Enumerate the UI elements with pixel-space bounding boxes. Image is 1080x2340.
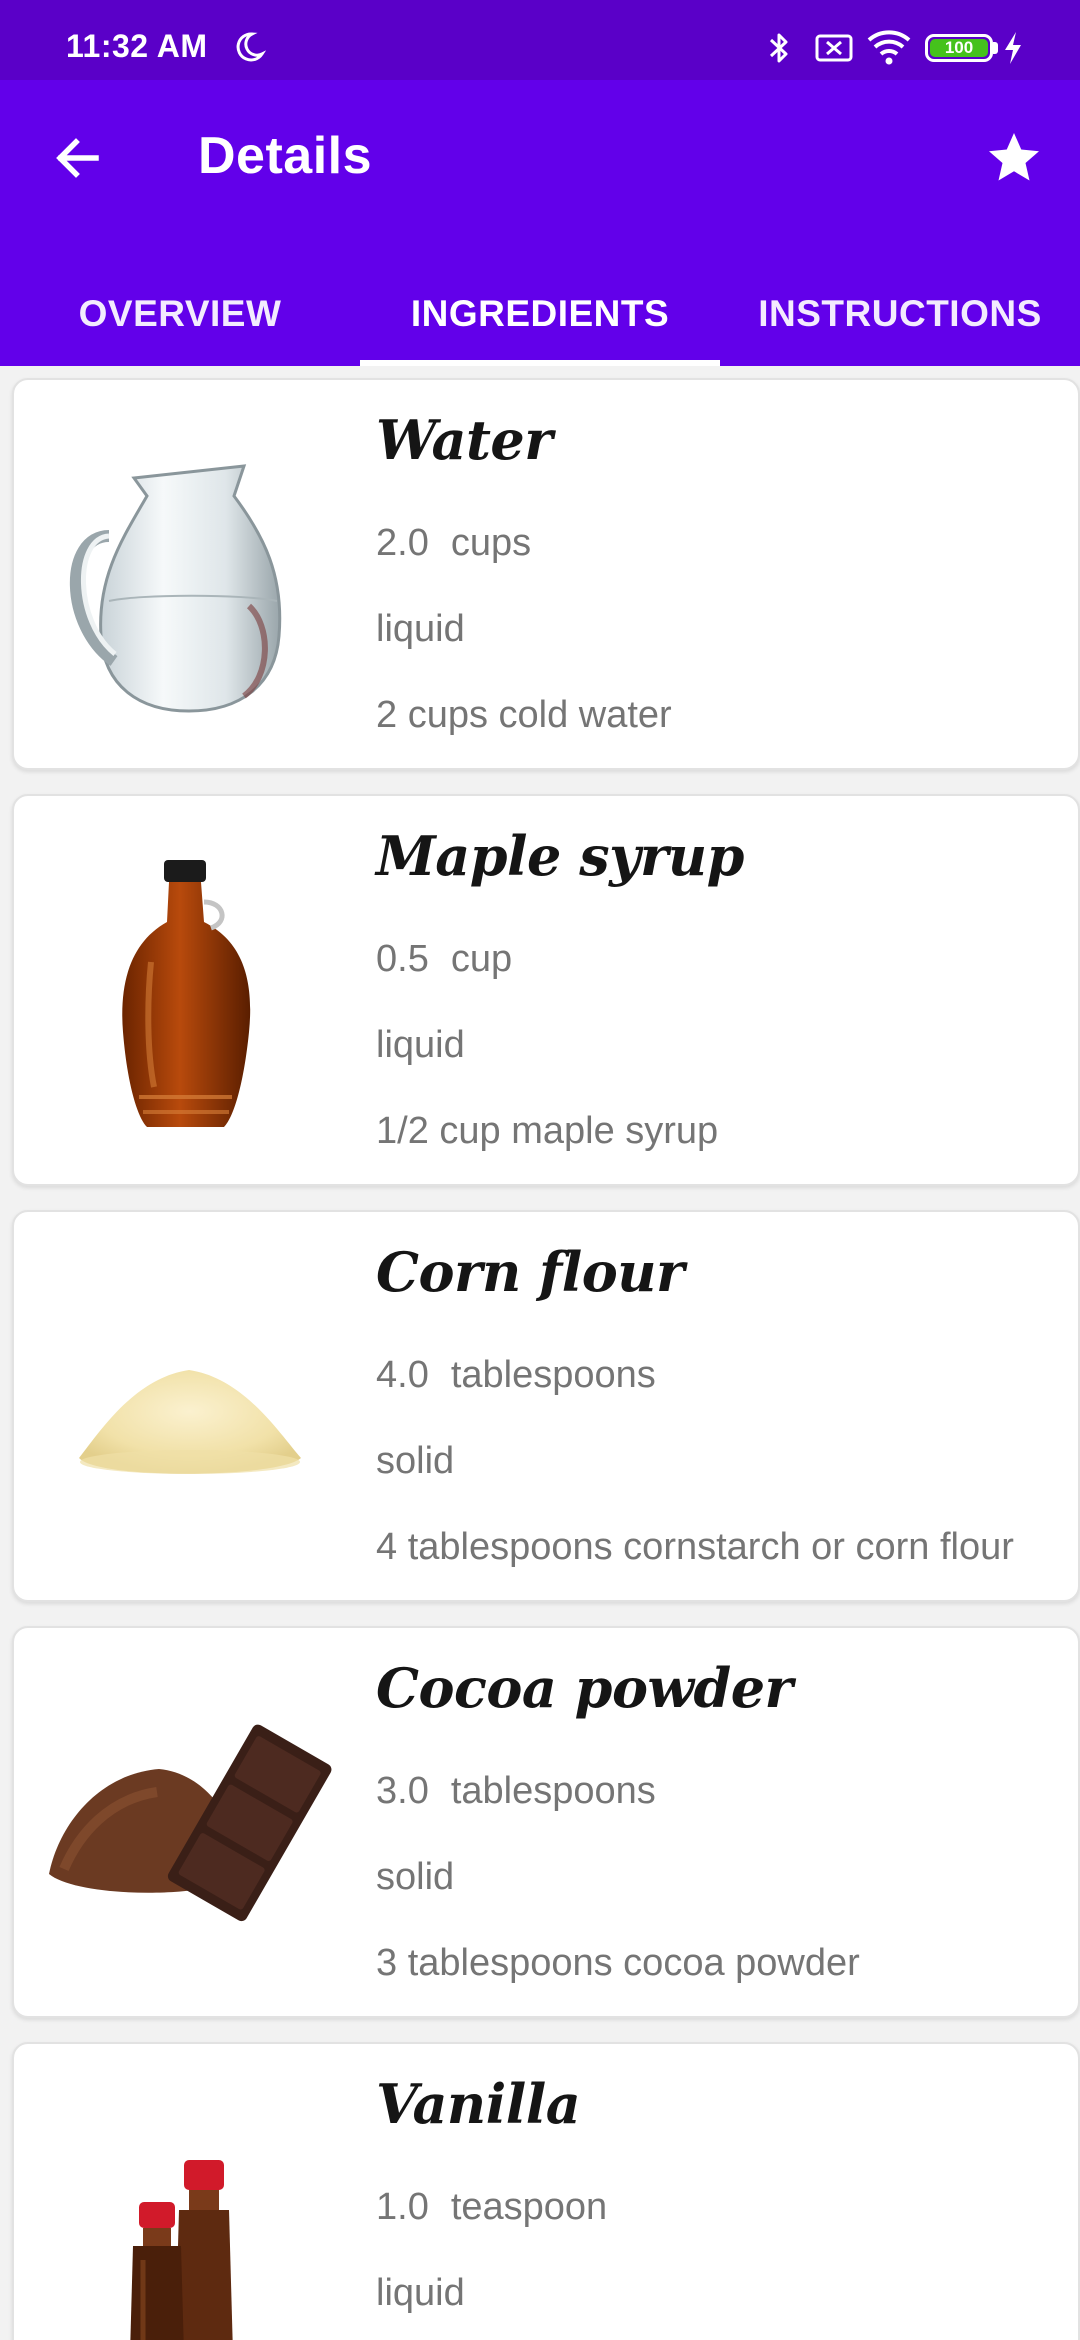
maple-syrup-bottle-image <box>34 820 344 1164</box>
ingredient-card[interactable]: Water 2.0 cups liquid 2 cups cold water <box>12 378 1080 770</box>
page-title: Details <box>198 127 373 185</box>
star-icon <box>989 133 1039 181</box>
moon-icon <box>236 32 266 62</box>
amount-value: 0.5 <box>376 938 429 980</box>
tab-overview[interactable]: OVERVIEW <box>0 262 360 366</box>
battery-level: 100 <box>930 39 988 57</box>
amount-unit: tablespoons <box>450 1354 656 1396</box>
ingredient-state: solid <box>376 1440 455 1482</box>
bluetooth-icon <box>769 33 788 63</box>
ingredient-original: 1/2 cup maple syrup <box>376 1110 719 1152</box>
ingredient-state: solid <box>376 1856 455 1898</box>
wifi-icon <box>867 30 911 65</box>
ingredient-state: liquid <box>376 1024 465 1066</box>
ingredient-card[interactable]: Corn flour 4.0 tablespoons solid 4 tables… <box>12 1210 1080 1602</box>
no-sim-icon <box>815 34 853 62</box>
corn-flour-pile-image <box>34 1236 344 1580</box>
tab-ingredients[interactable]: INGREDIENTS <box>360 262 720 366</box>
ingredient-amount: 1.0 teaspoon <box>376 2186 607 2229</box>
ingredient-state: liquid <box>376 608 465 650</box>
amount-value: 3.0 <box>376 1770 429 1812</box>
water-jug-image <box>34 404 344 748</box>
ingredient-name: Cocoa powder <box>376 1656 793 1720</box>
tab-label: OVERVIEW <box>78 293 282 334</box>
charging-bolt-icon <box>1005 32 1021 64</box>
ingredient-amount: 0.5 cup <box>376 938 512 981</box>
app-bar: Details OVERVIEW INGREDIENTS INSTRUCTION… <box>0 80 1080 366</box>
ingredients-list[interactable]: Water 2.0 cups liquid 2 cups cold water <box>0 366 1080 2340</box>
ingredient-original: 3 tablespoons cocoa powder <box>376 1942 860 1984</box>
amount-unit: tablespoons <box>450 1770 656 1812</box>
tab-label: INGREDIENTS <box>410 293 670 334</box>
ingredient-name: Vanilla <box>376 2072 581 2136</box>
ingredient-amount: 3.0 tablespoons <box>376 1770 656 1813</box>
ingredient-name: Water <box>376 408 553 472</box>
amount-unit: cups <box>450 522 532 564</box>
ingredient-original: 4 tablespoons cornstarch or corn flour <box>376 1526 1014 1568</box>
tab-bar: OVERVIEW INGREDIENTS INSTRUCTIONS <box>0 262 1080 366</box>
ingredient-card[interactable]: Cocoa powder 3.0 tablespoons solid 3 tabl… <box>12 1626 1080 2018</box>
tab-instructions[interactable]: INSTRUCTIONS <box>720 262 1080 366</box>
status-bar: 11:32 AM 100 <box>0 0 1080 80</box>
ingredient-state: liquid <box>376 2272 465 2314</box>
arrow-left-icon <box>56 138 99 178</box>
cocoa-powder-chocolate-image <box>34 1652 344 1996</box>
amount-value: 1.0 <box>376 2186 429 2228</box>
battery-cap <box>993 42 998 54</box>
battery-icon: 100 <box>925 34 993 62</box>
status-time: 11:32 AM <box>66 28 208 64</box>
ingredient-name: Maple syrup <box>376 824 744 888</box>
amount-value: 4.0 <box>376 1354 429 1396</box>
amount-unit: cup <box>450 938 513 980</box>
ingredient-card[interactable]: Vanilla 1.0 teaspoon liquid <box>12 2042 1080 2340</box>
amount-value: 2.0 <box>376 522 429 564</box>
ingredient-name: Corn flour <box>376 1240 684 1304</box>
ingredient-original: 2 cups cold water <box>376 694 672 736</box>
back-button[interactable] <box>40 120 116 196</box>
ingredient-card[interactable]: Maple syrup 0.5 cup liquid 1/2 cup maple … <box>12 794 1080 1186</box>
tab-label: INSTRUCTIONS <box>758 293 1042 334</box>
vanilla-bottles-image <box>34 2068 344 2340</box>
ingredient-amount: 4.0 tablespoons <box>376 1354 656 1397</box>
amount-unit: teaspoon <box>450 2186 608 2228</box>
ingredient-amount: 2.0 cups <box>376 522 531 565</box>
favorite-button[interactable] <box>972 120 1056 196</box>
